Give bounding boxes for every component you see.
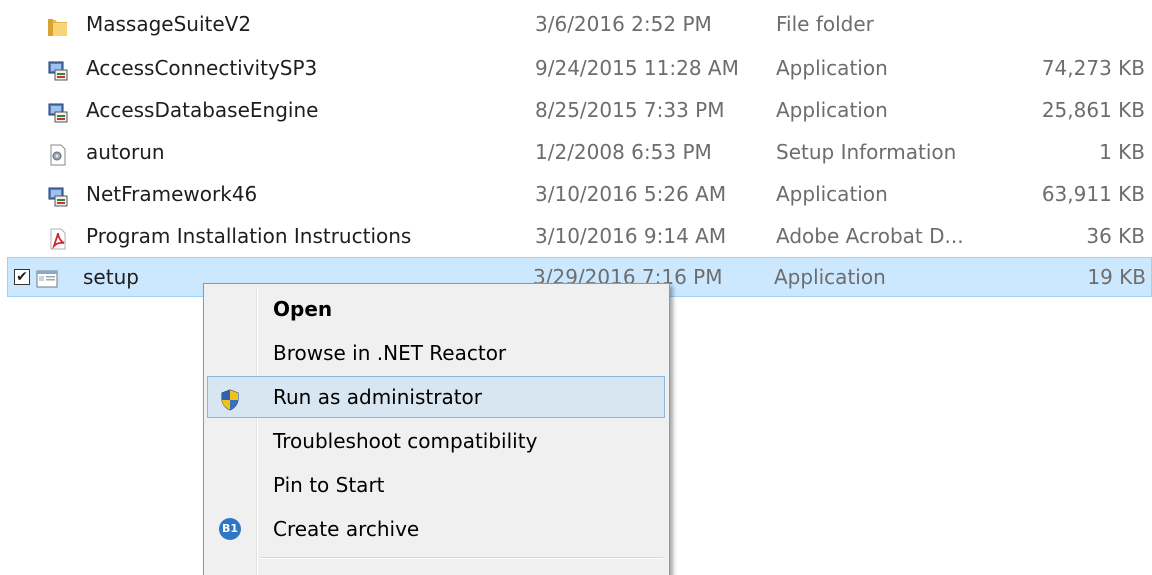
setup-info-icon (46, 140, 70, 166)
file-type: Application (774, 265, 886, 289)
menu-separator (261, 557, 663, 559)
file-size: 19 KB (1087, 265, 1146, 289)
file-type: Application (776, 98, 888, 122)
file-name: AccessConnectivitySP3 (86, 56, 318, 80)
file-name: Program Installation Instructions (86, 224, 412, 248)
file-name: NetFramework46 (86, 182, 258, 206)
menu-item-browse-in-net-reactor[interactable]: Browse in .NET Reactor (207, 332, 665, 374)
menu-item-label: Browse in .NET Reactor (273, 341, 507, 365)
folder-icon (46, 12, 70, 36)
file-date: 1/2/2008 6:53 PM (535, 140, 712, 164)
installer-icon (46, 56, 70, 81)
pdf-icon (46, 224, 70, 250)
file-date: 9/24/2015 11:28 AM (535, 56, 739, 80)
file-date: 3/10/2016 9:14 AM (535, 224, 727, 248)
file-size: 1 KB (1099, 140, 1145, 164)
menu-item-run-as-administrator[interactable]: Run as administrator (207, 376, 665, 418)
menu-item-label: Create archive (273, 517, 420, 541)
menu-item-label: Open (273, 297, 333, 321)
menu-item-label: Run as administrator (273, 385, 483, 409)
app-window-icon (35, 265, 59, 289)
b1-archiver-icon-text: B1 (219, 518, 241, 540)
file-name: setup (83, 265, 139, 289)
b1-archiver-icon: B1 (218, 517, 242, 541)
file-name: AccessDatabaseEngine (86, 98, 319, 122)
menu-item-troubleshoot-compatibility[interactable]: Troubleshoot compatibility (207, 420, 665, 462)
file-size: 36 KB (1086, 224, 1145, 248)
file-row-accessconnectivitysp3[interactable]: AccessConnectivitySP3 9/24/2015 11:28 AM… (10, 48, 1150, 88)
uac-shield-icon (218, 385, 242, 411)
explorer-window: MassageSuiteV2 3/6/2016 2:52 PM File fol… (0, 0, 1152, 575)
installer-icon (46, 98, 70, 123)
file-row-massagesuitev2[interactable]: MassageSuiteV2 3/6/2016 2:52 PM File fol… (10, 4, 1150, 44)
file-date: 8/25/2015 7:33 PM (535, 98, 725, 122)
file-size: 25,861 KB (1041, 98, 1145, 122)
file-type: Application (776, 182, 888, 206)
file-date: 3/10/2016 5:26 AM (535, 182, 727, 206)
file-size: 74,273 KB (1041, 56, 1145, 80)
file-row-netframework46[interactable]: NetFramework46 3/10/2016 5:26 AM Applica… (10, 174, 1150, 214)
file-type: Adobe Acrobat D... (776, 224, 964, 248)
menu-item-label: Troubleshoot compatibility (273, 429, 538, 453)
file-row-accessdatabaseengine[interactable]: AccessDatabaseEngine 8/25/2015 7:33 PM A… (10, 90, 1150, 130)
file-name: MassageSuiteV2 (86, 12, 252, 36)
row-checkbox[interactable]: ✔ (14, 269, 30, 285)
menu-item-label: Pin to Start (273, 473, 385, 497)
installer-icon (46, 182, 70, 207)
file-row-autorun[interactable]: autorun 1/2/2008 6:53 PM Setup Informati… (10, 132, 1150, 172)
context-menu: Open Browse in .NET Reactor Run as admin… (203, 283, 670, 575)
menu-item-pin-to-start[interactable]: Pin to Start (207, 464, 665, 506)
menu-item-create-archive[interactable]: B1 Create archive (207, 508, 665, 550)
file-row-program-installation-instructions[interactable]: Program Installation Instructions 3/10/2… (10, 216, 1150, 256)
file-type: File folder (776, 12, 874, 36)
file-date: 3/6/2016 2:52 PM (535, 12, 712, 36)
file-type: Setup Information (776, 140, 957, 164)
file-name: autorun (86, 140, 165, 164)
menu-item-open[interactable]: Open (207, 288, 665, 330)
file-type: Application (776, 56, 888, 80)
file-size: 63,911 KB (1041, 182, 1145, 206)
